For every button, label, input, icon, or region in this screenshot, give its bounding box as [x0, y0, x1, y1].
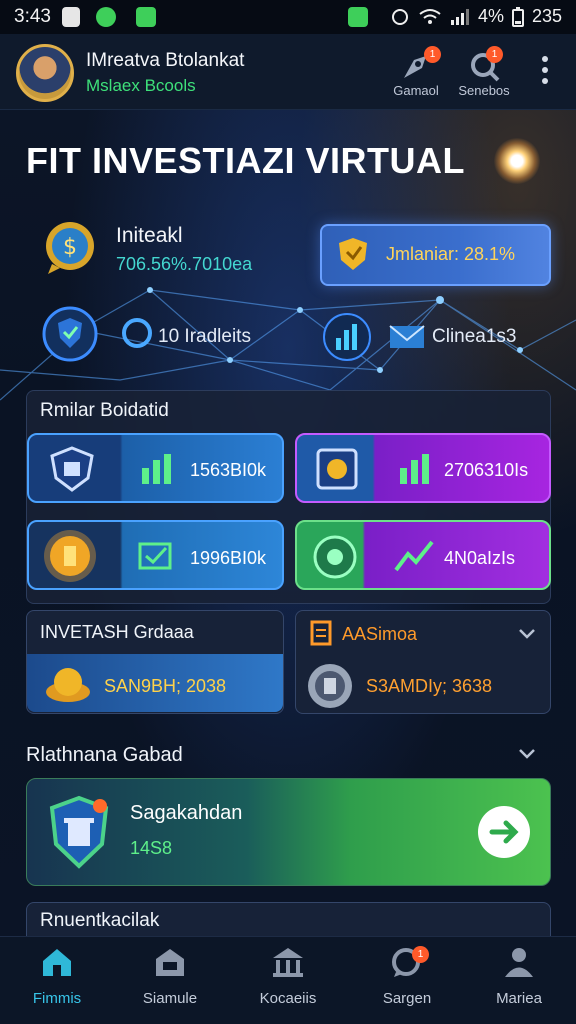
chat-badge: 1 — [412, 946, 429, 963]
status-clock-right: 235 — [531, 6, 562, 26]
svg-text:$: $ — [63, 235, 77, 260]
coin-frame-icon — [316, 448, 358, 490]
nav-label-profile: Mariea — [496, 990, 542, 1007]
ring-icon — [122, 318, 152, 348]
nav-item-bank[interactable]: Kocaeiis — [233, 946, 343, 1016]
invest-card-title: INVETASH Grdaaa — [40, 622, 194, 642]
silver-coin-icon — [308, 664, 352, 708]
page-title: FIT INVESTIAZI VIRTUAL — [26, 140, 465, 181]
document-icon — [310, 620, 332, 646]
shield-icon — [339, 238, 367, 270]
section-title: Rlathnana Gabad — [26, 744, 183, 766]
invest-card-value: SAN9BH; 2038 — [104, 676, 227, 696]
promo-go-button[interactable] — [478, 806, 530, 858]
shield-building-icon — [49, 795, 109, 869]
summary-panel-title: Rmilar Boidatid — [40, 400, 169, 421]
total-value: 706.56%.7010ea — [116, 254, 253, 274]
arrow-right-icon — [489, 820, 519, 844]
header-action-label-senebos[interactable]: Senebos — [444, 83, 524, 98]
nav-label-bank: Kocaeiis — [259, 990, 317, 1007]
header-title: IMreatva Btolankat — [86, 50, 245, 71]
store-icon — [156, 949, 184, 976]
mute-icon — [391, 8, 408, 25]
nav-item-chat[interactable]: Sargen — [352, 946, 462, 1016]
status-time: 3:43 — [14, 6, 51, 27]
gold-bag-icon — [46, 668, 90, 702]
recent-section-title: Rnuentkacilak — [40, 910, 160, 931]
header-subtitle: Mslaex Bcools — [86, 76, 196, 95]
total-label: Initeakl — [116, 224, 183, 247]
mail-icon — [389, 325, 425, 348]
wifi-icon — [419, 8, 441, 24]
summary-tile-value: 2706310Is — [444, 460, 529, 480]
battery-percent: 4% — [477, 6, 504, 26]
summary-tile-value: 1563BI0k — [190, 460, 267, 480]
cog-coin-icon — [313, 535, 357, 579]
signal-icon — [450, 8, 469, 25]
shield-badge-icon — [50, 446, 94, 492]
highlight-text: Jmlaniar: 28.1% — [386, 244, 516, 264]
row-left-label: 10 Iradleits — [158, 326, 251, 347]
summary-tile-value: 4N0aIzIs — [444, 548, 516, 568]
promo-value: 14S8 — [130, 838, 173, 858]
promo-title: Sagakahdan — [130, 802, 243, 824]
nav-label-store: Siamule — [142, 990, 198, 1007]
whatsapp-icon — [96, 7, 116, 27]
summary-tile-value: 1996BI0k — [190, 548, 267, 568]
nav-label-home: Fimmis — [32, 990, 82, 1007]
row-right-label: Clinea1s3 — [432, 326, 517, 347]
chevron-down-icon[interactable] — [518, 748, 536, 760]
app-notify-icon — [348, 7, 368, 27]
coin-chat-icon: $ — [46, 222, 94, 274]
notification-icon — [62, 7, 80, 27]
status-right: 4% 235 — [390, 6, 562, 27]
check-icon — [138, 542, 172, 570]
profile-icon — [505, 948, 533, 977]
nav-item-profile[interactable]: Mariea — [464, 946, 574, 1016]
home-icon — [43, 949, 71, 976]
security-shield-icon — [42, 306, 98, 362]
battery-icon — [511, 6, 524, 27]
chart-icon — [394, 540, 434, 572]
nav-item-store[interactable]: Siamule — [115, 946, 225, 1016]
asset-card-value: S3AMDIy; 3638 — [366, 676, 493, 696]
chart-icon — [400, 454, 429, 484]
bank-icon — [273, 948, 303, 977]
gold-coin-icon — [44, 530, 96, 582]
message-icon — [136, 7, 156, 27]
light-flare-decoration — [494, 138, 540, 184]
nav-item-home[interactable]: Fimmis — [2, 946, 112, 1016]
asset-card-title: AASimoa — [342, 624, 418, 644]
nav-label-chat: Sargen — [382, 990, 432, 1007]
more-menu-icon[interactable] — [538, 54, 552, 86]
gamaol-badge: 1 — [424, 46, 441, 63]
avatar[interactable] — [16, 44, 74, 102]
app-screen: 3:43 4% 235 IMreatva Btolankat Mslaex Bc… — [0, 0, 576, 1024]
bar-chart-icon — [323, 313, 371, 361]
chart-icon — [142, 454, 171, 484]
senebos-badge: 1 — [486, 46, 503, 63]
chevron-down-icon[interactable] — [518, 628, 536, 640]
